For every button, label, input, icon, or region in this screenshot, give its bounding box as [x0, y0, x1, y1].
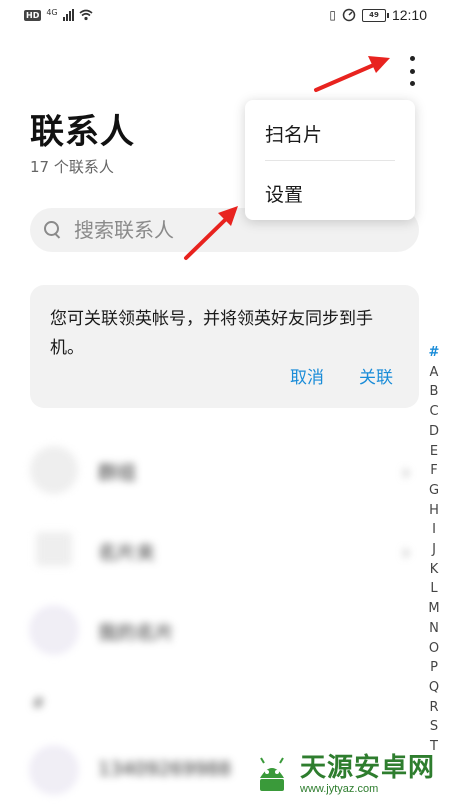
index-letter[interactable]: K — [430, 560, 439, 580]
index-letter[interactable]: R — [429, 698, 438, 718]
status-left: HD 4G — [24, 7, 93, 21]
page-title: 联系人 — [30, 112, 135, 152]
android-logo-icon — [260, 757, 284, 791]
contact-name: 13409269988 — [98, 758, 231, 780]
list-item-groups[interactable]: 群组 › — [30, 446, 430, 496]
index-letter[interactable]: I — [432, 520, 436, 540]
index-letter[interactable]: N — [429, 619, 439, 639]
index-letter[interactable]: C — [429, 402, 438, 422]
section-header: # — [32, 694, 45, 712]
link-button[interactable]: 关联 — [359, 363, 393, 388]
search-input[interactable] — [72, 217, 376, 243]
menu-item-scan-card[interactable]: 扫名片 — [265, 120, 322, 147]
group-icon — [30, 446, 78, 494]
index-letter[interactable]: # — [429, 343, 440, 363]
chevron-right-icon: › — [402, 460, 410, 484]
signal-icon — [62, 9, 74, 21]
cancel-button[interactable]: 取消 — [290, 363, 324, 388]
wifi-icon — [79, 9, 93, 21]
battery-icon: 49 — [361, 8, 389, 22]
index-letter[interactable]: H — [429, 501, 439, 521]
list-item-label: 群组 — [98, 462, 137, 484]
more-options-icon[interactable] — [400, 56, 424, 86]
list-item-card-holder[interactable]: 名片夹 › — [30, 526, 430, 576]
index-letter[interactable]: A — [430, 363, 439, 383]
watermark-title: 天源安卓网 — [300, 753, 436, 783]
speedometer-icon — [342, 8, 356, 22]
index-letter[interactable]: O — [429, 639, 439, 659]
network-type: 4G — [46, 7, 58, 17]
index-letter[interactable]: E — [430, 442, 438, 462]
arrow-to-more — [314, 62, 378, 92]
avatar — [30, 606, 78, 654]
index-letter[interactable]: B — [430, 382, 439, 402]
status-right: ▯ 49 12:10 — [329, 7, 427, 23]
arrow-head-icon — [368, 56, 390, 73]
clock: 12:10 — [391, 7, 427, 23]
vibrate-icon: ▯ — [329, 8, 336, 22]
status-bar: HD 4G ▯ 49 12:10 — [0, 0, 449, 34]
hd-badge: HD — [24, 9, 42, 21]
list-item-label: 名片夹 — [98, 542, 156, 564]
index-letter[interactable]: P — [430, 658, 438, 678]
avatar — [30, 746, 78, 794]
alphabet-index[interactable]: # A B C D E F G H I J K L M N O P Q R S T — [425, 343, 443, 757]
index-letter[interactable]: M — [428, 599, 439, 619]
watermark-text: 天源安卓网 www.jytyaz.com — [300, 753, 435, 795]
card-icon — [36, 532, 72, 566]
chevron-right-icon: › — [402, 540, 410, 564]
search-icon — [44, 221, 62, 239]
index-letter[interactable]: F — [430, 461, 437, 481]
watermark: 天源安卓网 www.jytyaz.com — [250, 752, 435, 796]
index-letter[interactable]: Q — [429, 678, 439, 698]
index-letter[interactable]: D — [429, 422, 439, 442]
watermark-url: www.jytyaz.com — [300, 783, 379, 795]
contact-count: 17 个联系人 — [30, 158, 114, 176]
banner-text: 您可关联领英帐号，并将领英好友同步到手机。 — [50, 309, 373, 358]
list-item-label: 我的名片 — [98, 622, 175, 644]
linkedin-banner: 您可关联领英帐号，并将领英好友同步到手机。 取消 关联 — [30, 285, 419, 408]
list-item-my-card[interactable]: 我的名片 — [30, 606, 430, 656]
index-letter[interactable]: J — [432, 540, 436, 560]
index-letter[interactable]: S — [430, 717, 438, 737]
menu-divider — [265, 160, 395, 161]
popup-menu: 扫名片 设置 — [245, 100, 415, 220]
index-letter[interactable]: L — [430, 579, 437, 599]
index-letter[interactable]: G — [429, 481, 439, 501]
menu-item-settings[interactable]: 设置 — [265, 180, 303, 207]
